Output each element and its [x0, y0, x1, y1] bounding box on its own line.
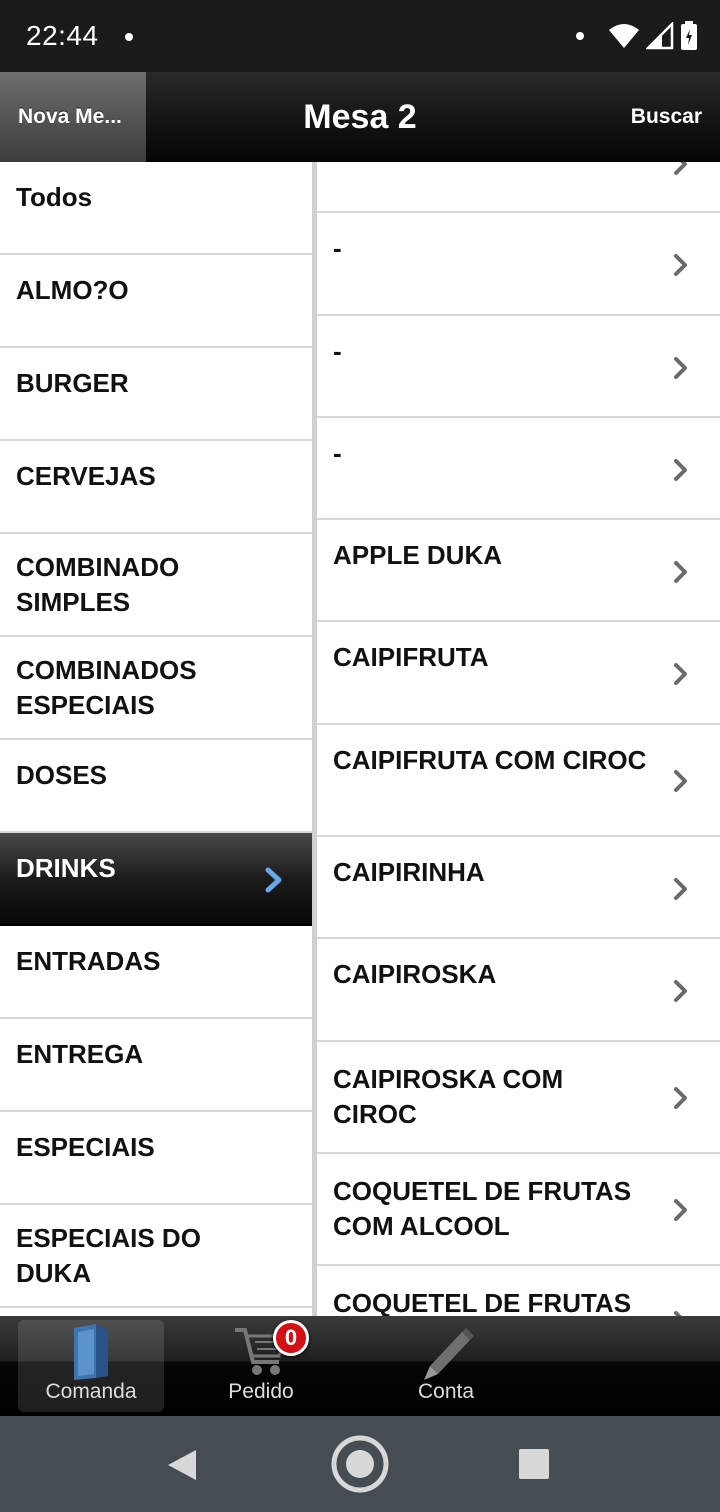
- tab-conta[interactable]: Conta: [373, 1320, 519, 1412]
- product-item[interactable]: COQUETEL DE FRUTAS COM ALCOOL: [317, 1154, 720, 1266]
- chevron-right-icon: [674, 254, 687, 276]
- category-item[interactable]: ALMO?O: [0, 255, 312, 348]
- product-item[interactable]: CAIPIROSKA: [317, 939, 720, 1042]
- category-item-selected[interactable]: DRINKS: [0, 833, 312, 926]
- product-item[interactable]: -: [317, 418, 720, 520]
- category-item[interactable]: CERVEJAS: [0, 441, 312, 534]
- pen-icon: [424, 1328, 474, 1380]
- product-label: APPLE DUKA: [333, 540, 503, 570]
- tab-label: Comanda: [45, 1380, 137, 1403]
- tab-label: Conta: [417, 1380, 475, 1403]
- chevron-right-icon: [674, 561, 687, 583]
- category-item[interactable]: ENTREGA: [0, 1019, 312, 1112]
- notification-dot-icon: [576, 32, 584, 40]
- product-item[interactable]: [317, 162, 720, 213]
- category-item[interactable]: DOSES: [0, 740, 312, 833]
- category-label: DOSES: [16, 760, 108, 790]
- category-item[interactable]: Todos: [0, 162, 312, 255]
- category-label: ENTREGA: [16, 1039, 144, 1069]
- category-label: ALMO?O: [16, 275, 129, 305]
- chevron-right-icon: [674, 770, 687, 792]
- category-label: COMBINADO SIMPLES: [16, 552, 180, 617]
- product-label: COQUETEL DE FRUTAS: [333, 1288, 632, 1316]
- home-icon[interactable]: [331, 1435, 389, 1493]
- search-button[interactable]: Buscar: [631, 72, 702, 162]
- product-label: -: [333, 438, 342, 468]
- category-label: ENTRADAS: [16, 946, 161, 976]
- status-icons: [576, 20, 698, 52]
- category-item[interactable]: ENTRADAS: [0, 926, 312, 1019]
- chevron-right-icon: [674, 663, 687, 685]
- nova-mesa-button[interactable]: Nova Me...: [0, 72, 146, 162]
- chevron-right-icon: [674, 1087, 687, 1109]
- category-item[interactable]: BURGER: [0, 348, 312, 441]
- category-label: DRINKS: [16, 853, 116, 883]
- product-item[interactable]: COQUETEL DE FRUTAS: [317, 1266, 720, 1316]
- category-label: ESPECIAIS: [16, 1132, 155, 1162]
- category-item[interactable]: COMBINADO SIMPLES: [0, 534, 312, 637]
- product-label: CAIPIRINHA: [333, 857, 485, 887]
- category-label: ESPECIAIS DO DUKA: [16, 1223, 201, 1288]
- product-item[interactable]: CAIPIROSKA COM CIROC: [317, 1042, 720, 1154]
- notification-dot-icon: [125, 33, 133, 41]
- tab-label: Pedido: [228, 1380, 294, 1403]
- product-label: -: [333, 233, 342, 263]
- chevron-right-icon: [674, 1199, 687, 1221]
- product-label: COQUETEL DE FRUTAS COM ALCOOL: [333, 1176, 632, 1241]
- tab-pedido[interactable]: Pedido: [188, 1320, 334, 1412]
- tab-bar: Comanda Pedido 0 Conta: [0, 1316, 720, 1416]
- product-item[interactable]: -: [317, 213, 720, 316]
- product-item[interactable]: APPLE DUKA: [317, 520, 720, 622]
- product-label: -: [333, 336, 342, 366]
- product-item[interactable]: CAIPIRINHA: [317, 837, 720, 939]
- header-bar: Nova Me... Mesa 2 Buscar: [0, 72, 720, 162]
- chevron-right-icon: [265, 867, 282, 893]
- product-list: - - - APPLE DUKA CAIPIFRUTA CAIPIFRUTA C…: [317, 162, 720, 1316]
- chevron-right-icon: [674, 878, 687, 900]
- category-item[interactable]: ESPECIAIS DO DUKA: [0, 1205, 312, 1308]
- category-label: COMBINADOS ESPECIAIS: [16, 655, 197, 720]
- product-label: CAIPIROSKA COM CIROC: [333, 1064, 564, 1129]
- product-label: CAIPIFRUTA COM CIROC: [333, 745, 647, 775]
- system-nav-bar: [0, 1416, 720, 1512]
- signal-icon: [646, 22, 674, 50]
- category-label: CERVEJAS: [16, 461, 156, 491]
- product-label: CAIPIROSKA: [333, 959, 497, 989]
- chevron-right-icon: [674, 459, 687, 481]
- category-item[interactable]: COMBINADOS ESPECIAIS: [0, 637, 312, 740]
- product-label: CAIPIFRUTA: [333, 642, 489, 672]
- battery-icon: [681, 21, 697, 50]
- chevron-right-icon: [674, 162, 687, 175]
- folder-icon: [74, 1324, 108, 1380]
- category-label: Todos: [16, 182, 93, 212]
- product-item[interactable]: -: [317, 316, 720, 418]
- chevron-right-icon: [674, 357, 687, 379]
- category-list: Todos ALMO?O BURGER CERVEJAS COMBINADO S…: [0, 162, 312, 1316]
- status-bar: 22:44: [0, 0, 720, 72]
- chevron-right-icon: [674, 980, 687, 1002]
- category-item[interactable]: ESPECIAIS: [0, 1112, 312, 1205]
- recents-icon[interactable]: [519, 1449, 549, 1479]
- category-label: BURGER: [16, 368, 129, 398]
- tab-comanda[interactable]: Comanda: [18, 1320, 164, 1412]
- product-item[interactable]: CAIPIFRUTA: [317, 622, 720, 725]
- wifi-icon: [609, 24, 639, 48]
- back-icon[interactable]: [166, 1448, 198, 1482]
- status-time: 22:44: [26, 20, 99, 51]
- product-item[interactable]: CAIPIFRUTA COM CIROC: [317, 725, 720, 837]
- cart-count-badge: 0: [273, 1320, 309, 1356]
